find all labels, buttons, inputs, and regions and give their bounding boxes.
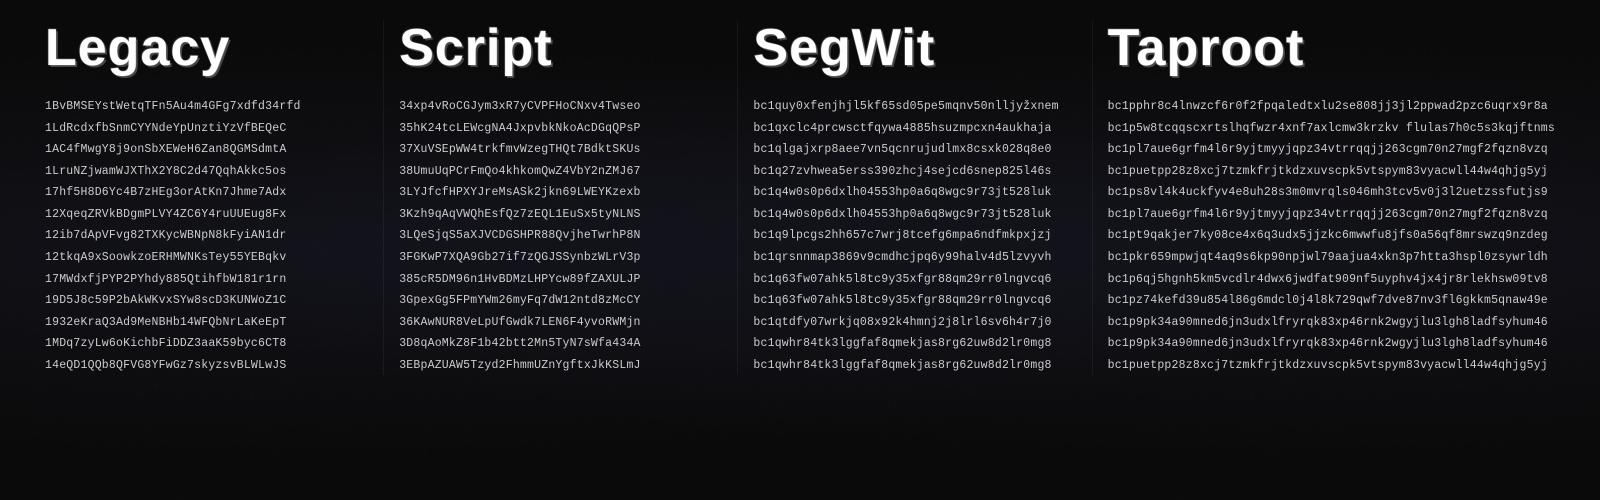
address-item[interactable]: 3LYJfcfHPXYJreMsASk2jkn69LWEYKzexb — [399, 183, 722, 203]
address-list-script: 34xp4vRoCGJym3xR7yCVPFHoCNxv4Twseo35hK24… — [399, 97, 722, 375]
column-taproot: Taproot bc1pphr8c4lnwzcf6r0f2fpqaledtxlu2… — [1093, 20, 1570, 375]
address-item[interactable]: 385cR5DM96n1HvBDMzLHPYcw89fZAXULJP — [399, 270, 722, 290]
address-item[interactable]: bc1qxclc4prcwsctfqywa4885hsuzmpcxn4aukha… — [753, 119, 1076, 139]
address-item[interactable]: bc1qwhr84tk3lggfaf8qmekjas8rg62uw8d2lr0m… — [753, 334, 1076, 354]
column-legacy: Legacy 1BvBMSEYstWetqTFn5Au4m4GFg7xdfd34r… — [30, 20, 384, 375]
address-item[interactable]: bc1qrsnnmap3869v9cmdhcjpq6y99halv4d5lzvy… — [753, 248, 1076, 268]
address-item[interactable]: 19D5J8c59P2bAkWKvxSYw8scD3KUNWoZ1C — [45, 291, 368, 311]
address-item[interactable]: 3Kzh9qAqVWQhEsfQz7zEQL1EuSx5tyNLNS — [399, 205, 722, 225]
address-item[interactable]: bc1puetpp28z8xcj7tzmkfrjtkdzxuvscpk5vtsp… — [1108, 356, 1555, 376]
address-item[interactable]: 3EBpAZUAW5Tzyd2FhmmUZnYgftxJkKSLmJ — [399, 356, 722, 376]
address-item[interactable]: bc1pl7aue6grfm4l6r9yjtmyyjqpz34vtrrqqjj2… — [1108, 140, 1555, 160]
address-list-segwit: bc1quy0xfenjhjl5kf65sd05pe5mqnv50nlljyžx… — [753, 97, 1076, 375]
address-item[interactable]: bc1qwhr84tk3lggfaf8qmekjas8rg62uw8d2lr0m… — [753, 356, 1076, 376]
address-item[interactable]: bc1qtdfy07wrkjq08x92k4hmnj2j8lrl6sv6h4r7… — [753, 313, 1076, 333]
address-item[interactable]: bc1q63fw07ahk5l8tc9y35xfgr88qm29rr0lngvc… — [753, 270, 1076, 290]
address-item[interactable]: 3LQeSjqS5aXJVCDGSHPR88QvjheTwrhP8N — [399, 226, 722, 246]
title-script: Script — [399, 20, 722, 77]
address-item[interactable]: bc1q27zvhwea5erss390zhcj4sejcd6snep825l4… — [753, 162, 1076, 182]
address-item[interactable]: 12tkqA9xSoowkzoERHMWNKsTey55YEBqkv — [45, 248, 368, 268]
address-item[interactable]: bc1pphr8c4lnwzcf6r0f2fpqaledtxlu2se808jj… — [1108, 97, 1555, 117]
address-item[interactable]: 1932eKraQ3Ad9MeNBHb14WFQbNrLaKeEpT — [45, 313, 368, 333]
address-item[interactable]: bc1q4w0s0p6dxlh04553hp0a6q8wgc9r73jt528l… — [753, 205, 1076, 225]
address-item[interactable]: bc1q4w0s0p6dxlh04553hp0a6q8wgc9r73jt528l… — [753, 183, 1076, 203]
address-item[interactable]: 1BvBMSEYstWetqTFn5Au4m4GFg7xdfd34rfd — [45, 97, 368, 117]
address-item[interactable]: bc1p9pk34a90mned6jn3udxlfryrqk83xp46rnk2… — [1108, 334, 1555, 354]
address-item[interactable]: 12ib7dApVFvg82TXKycWBNpN8kFyiAN1dr — [45, 226, 368, 246]
address-item[interactable]: bc1pkr659mpwjqt4aq9s6kp90npjwl79aajua4xk… — [1108, 248, 1555, 268]
address-item[interactable]: bc1quy0xfenjhjl5kf65sd05pe5mqnv50nlljyžx… — [753, 97, 1076, 117]
address-item[interactable]: 17hf5H8D6Yc4B7zHEg3orAtKn7Jhme7Adx — [45, 183, 368, 203]
address-item[interactable]: 38UmuUqPCrFmQo4khkomQwZ4VbY2nZMJ67 — [399, 162, 722, 182]
address-item[interactable]: bc1p6qj5hgnh5km5vcdlr4dwx6jwdfat909nf5uy… — [1108, 270, 1555, 290]
main-container: Legacy 1BvBMSEYstWetqTFn5Au4m4GFg7xdfd34r… — [0, 0, 1600, 395]
address-item[interactable]: 36KAwNUR8VeLpUfGwdk7LEN6F4yvoRWMjn — [399, 313, 722, 333]
address-list-taproot: bc1pphr8c4lnwzcf6r0f2fpqaledtxlu2se808jj… — [1108, 97, 1555, 375]
address-item[interactable]: 17MWdxfjPYP2PYhdy885QtihfbW181r1rn — [45, 270, 368, 290]
column-segwit: SegWit bc1quy0xfenjhjl5kf65sd05pe5mqnv50n… — [738, 20, 1092, 375]
address-list-legacy: 1BvBMSEYstWetqTFn5Au4m4GFg7xdfd34rfd1LdR… — [45, 97, 368, 375]
title-taproot: Taproot — [1108, 20, 1555, 77]
address-item[interactable]: bc1puetpp28z8xcj7tzmkfrjtkdzxuvscpk5vtsp… — [1108, 162, 1555, 182]
address-item[interactable]: 37XuVSEpWW4trkfmvWzegTHQt7BdktSKUs — [399, 140, 722, 160]
address-item[interactable]: 1LruNZjwamWJXThX2Y8C2d47QqhAkkc5os — [45, 162, 368, 182]
address-item[interactable]: 3D8qAoMkZ8F1b42btt2Mn5TyN7sWfa434A — [399, 334, 722, 354]
address-item[interactable]: bc1p5w8tcqqscxrtslhqfwzr4xnf7axlcmw3krzk… — [1108, 119, 1555, 139]
address-item[interactable]: 34xp4vRoCGJym3xR7yCVPFHoCNxv4Twseo — [399, 97, 722, 117]
address-item[interactable]: 35hK24tcLEWcgNA4JxpvbkNkoAcDGqQPsP — [399, 119, 722, 139]
address-item[interactable]: 1MDq7zyLw6oKichbFiDDZ3aaK59byc6CT8 — [45, 334, 368, 354]
address-item[interactable]: bc1q63fw07ahk5l8tc9y35xfgr88qm29rr0lngvc… — [753, 291, 1076, 311]
address-item[interactable]: 12XqeqZRVkBDgmPLVY4ZC6Y4ruUUEug8Fx — [45, 205, 368, 225]
address-item[interactable]: bc1qlgajxrp8aee7vn5qcnrujudlmx8csxk028q8… — [753, 140, 1076, 160]
title-segwit: SegWit — [753, 20, 1076, 77]
address-item[interactable]: bc1p9pk34a90mned6jn3udxlfryrqk83xp46rnk2… — [1108, 313, 1555, 333]
address-item[interactable]: 14eQD1QQb8QFVG8YFwGz7skyzsvBLWLwJS — [45, 356, 368, 376]
title-legacy: Legacy — [45, 20, 368, 77]
address-item[interactable]: bc1ps8vl4k4uckfyv4e8uh28s3m0mvrqls046mh3… — [1108, 183, 1555, 203]
address-item[interactable]: bc1pt9qakjer7ky08ce4x6q3udx5jjzkc6mwwfu8… — [1108, 226, 1555, 246]
address-item[interactable]: 1AC4fMwgY8j9onSbXEWeH6Zan8QGMSdmtA — [45, 140, 368, 160]
address-item[interactable]: 1LdRcdxfbSnmCYYNdeYpUnztiYzVfBEQeC — [45, 119, 368, 139]
column-script: Script 34xp4vRoCGJym3xR7yCVPFHoCNxv4Twseo… — [384, 20, 738, 375]
address-item[interactable]: bc1q9lpcgs2hh657c7wrj8tcefg6mpa6ndfmkpxj… — [753, 226, 1076, 246]
address-item[interactable]: bc1pl7aue6grfm4l6r9yjtmyyjqpz34vtrrqqjj2… — [1108, 205, 1555, 225]
address-item[interactable]: bc1pz74kefd39u854l86g6mdcl0j4l8k729qwf7d… — [1108, 291, 1555, 311]
address-item[interactable]: 3FGKwP7XQA9Gb27if7zQGJSSynbzWLrV3p — [399, 248, 722, 268]
address-item[interactable]: 3GpexGg5FPmYWm26myFq7dW12ntd8zMcCY — [399, 291, 722, 311]
